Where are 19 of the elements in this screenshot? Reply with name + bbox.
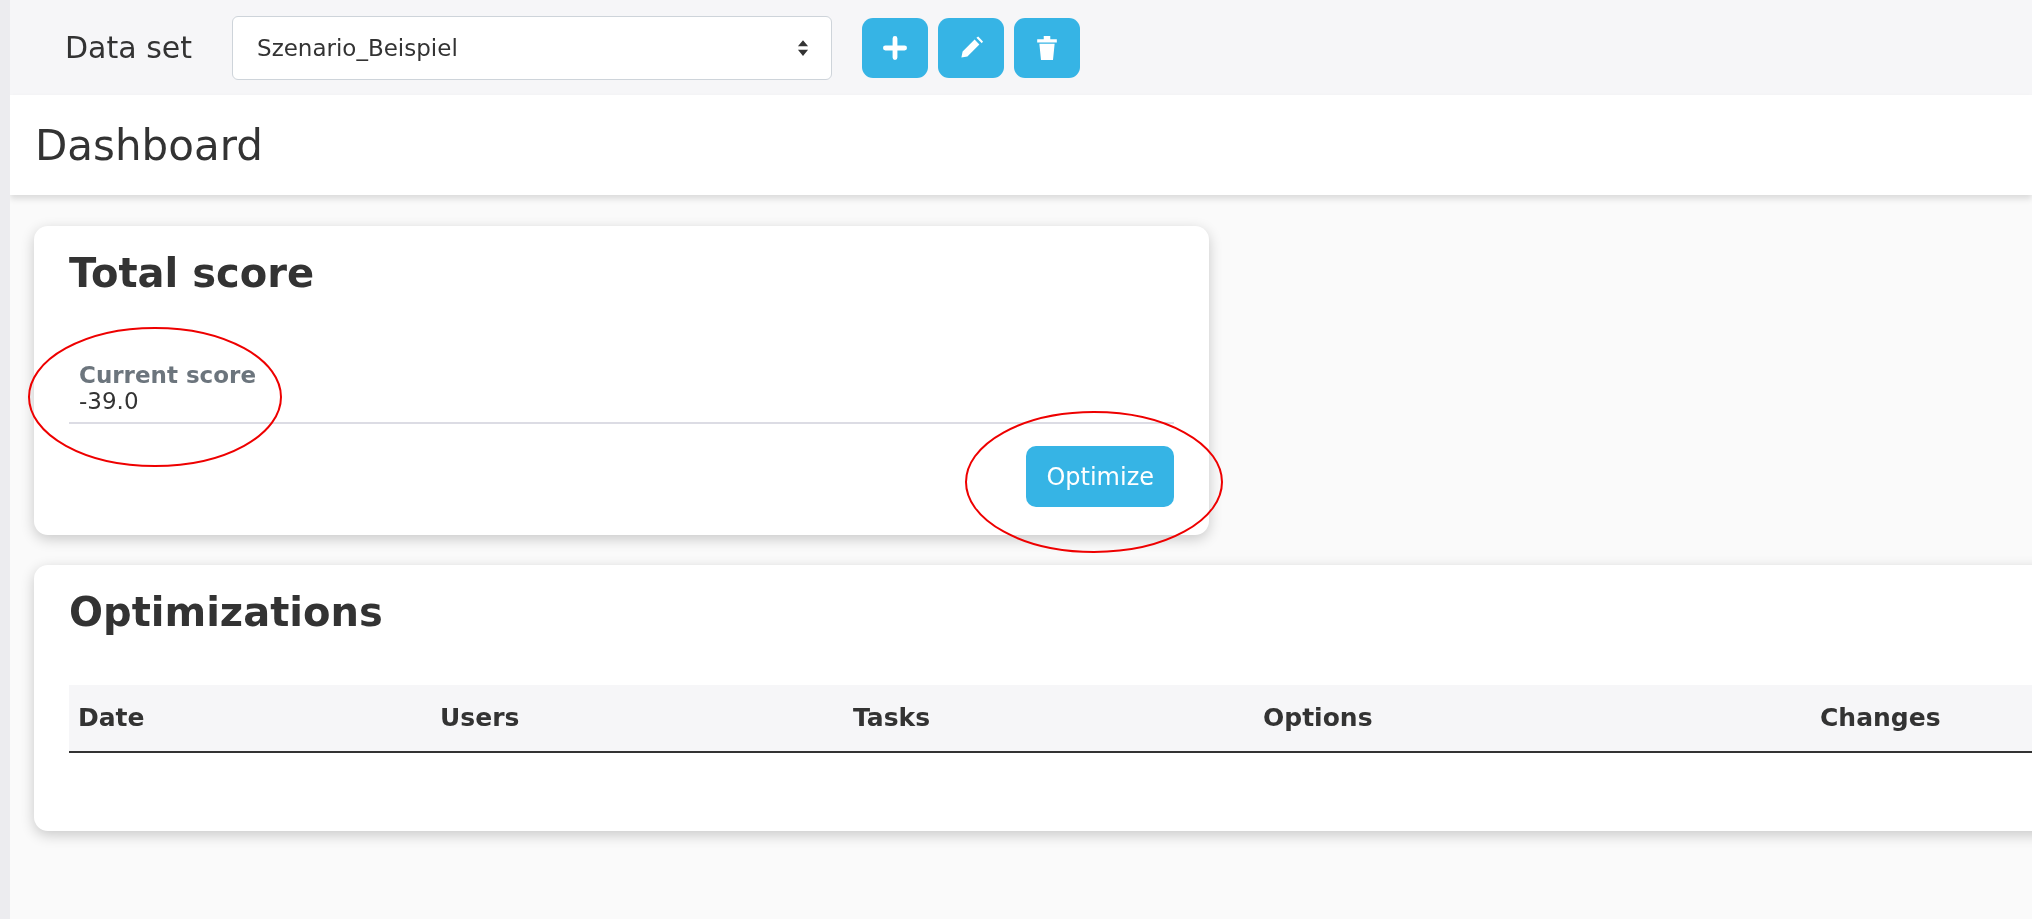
column-header[interactable]: Tasks	[853, 703, 931, 732]
card-title: Total score	[69, 250, 316, 296]
edit-button[interactable]	[938, 17, 1005, 78]
trash-icon	[1036, 35, 1059, 60]
column-header[interactable]: Changes	[1820, 703, 1941, 732]
card-title: Optimizations	[69, 589, 384, 635]
data-set-label: Data set	[65, 30, 193, 65]
data-set-select[interactable]: Szenario_Beispiel	[232, 15, 833, 80]
field-label: Current score	[79, 362, 257, 388]
page-title: Dashboard	[35, 120, 263, 170]
column-header[interactable]: Date	[78, 703, 145, 732]
column-header[interactable]: Users	[440, 703, 520, 732]
delete-button[interactable]	[1014, 17, 1081, 78]
pencil-icon	[959, 35, 984, 60]
add-button[interactable]	[862, 17, 929, 78]
field-value: -39.0	[79, 388, 140, 414]
plus-icon	[883, 35, 908, 60]
sort-caret-icon	[797, 38, 810, 57]
column-header[interactable]: Options	[1263, 703, 1373, 732]
